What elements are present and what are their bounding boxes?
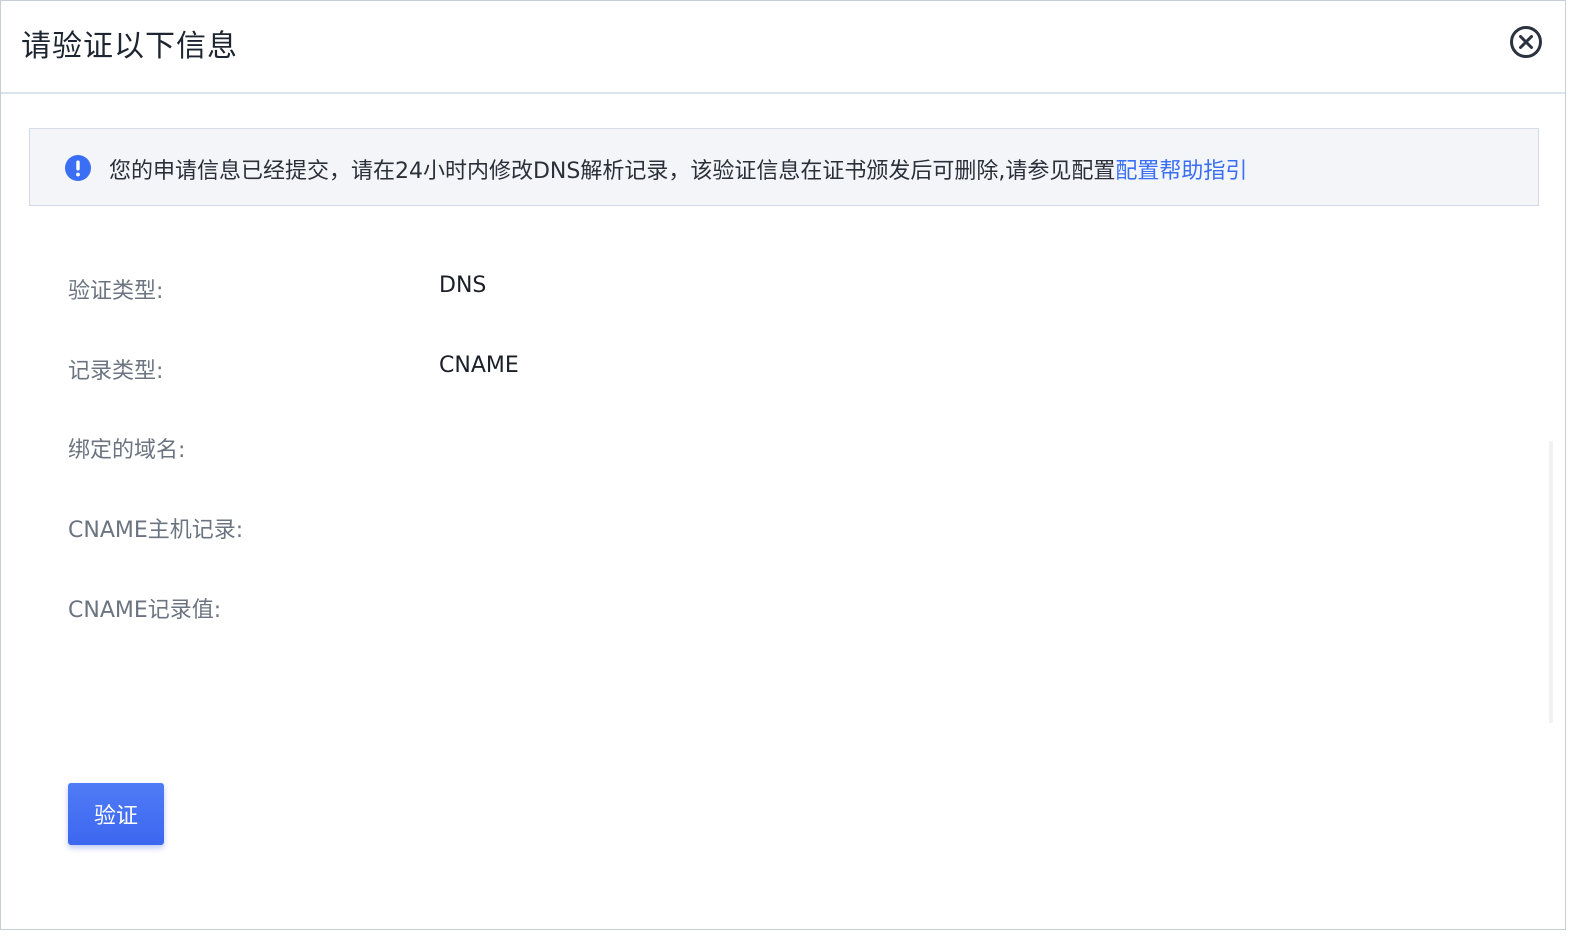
cname-value-label: CNAME记录值: [68, 598, 222, 623]
record-type-label: 记录类型: [68, 359, 164, 384]
config-help-link[interactable]: 配置帮助指引 [1115, 159, 1247, 184]
notice-message: 您的申请信息已经提交，请在24小时内修改DNS解析记录，该验证信息在证书颁发后可… [109, 159, 1116, 184]
verification-dialog: 请验证以下信息 您的申请信息已经提交，请在24小时内修改DNS解析记录，该验证信… [0, 0, 1566, 930]
verify-type-label: 验证类型: [68, 279, 164, 304]
verify-button[interactable]: 验证 [68, 783, 164, 845]
notice-text: 您的申请信息已经提交，请在24小时内修改DNS解析记录，该验证信息在证书颁发后可… [109, 153, 1247, 185]
verify-type-value: DNS [439, 273, 487, 298]
record-type-value: CNAME [439, 353, 519, 378]
cname-host-label: CNAME主机记录: [68, 518, 244, 543]
dialog-header: 请验证以下信息 [1, 1, 1565, 94]
dialog-title: 请验证以下信息 [21, 29, 238, 64]
exclamation-circle-icon [65, 155, 91, 181]
info-notice: 您的申请信息已经提交，请在24小时内修改DNS解析记录，该验证信息在证书颁发后可… [29, 128, 1539, 206]
scrollbar[interactable] [1549, 441, 1553, 723]
close-icon[interactable] [1509, 25, 1543, 59]
bound-domain-label: 绑定的域名: [68, 438, 186, 463]
